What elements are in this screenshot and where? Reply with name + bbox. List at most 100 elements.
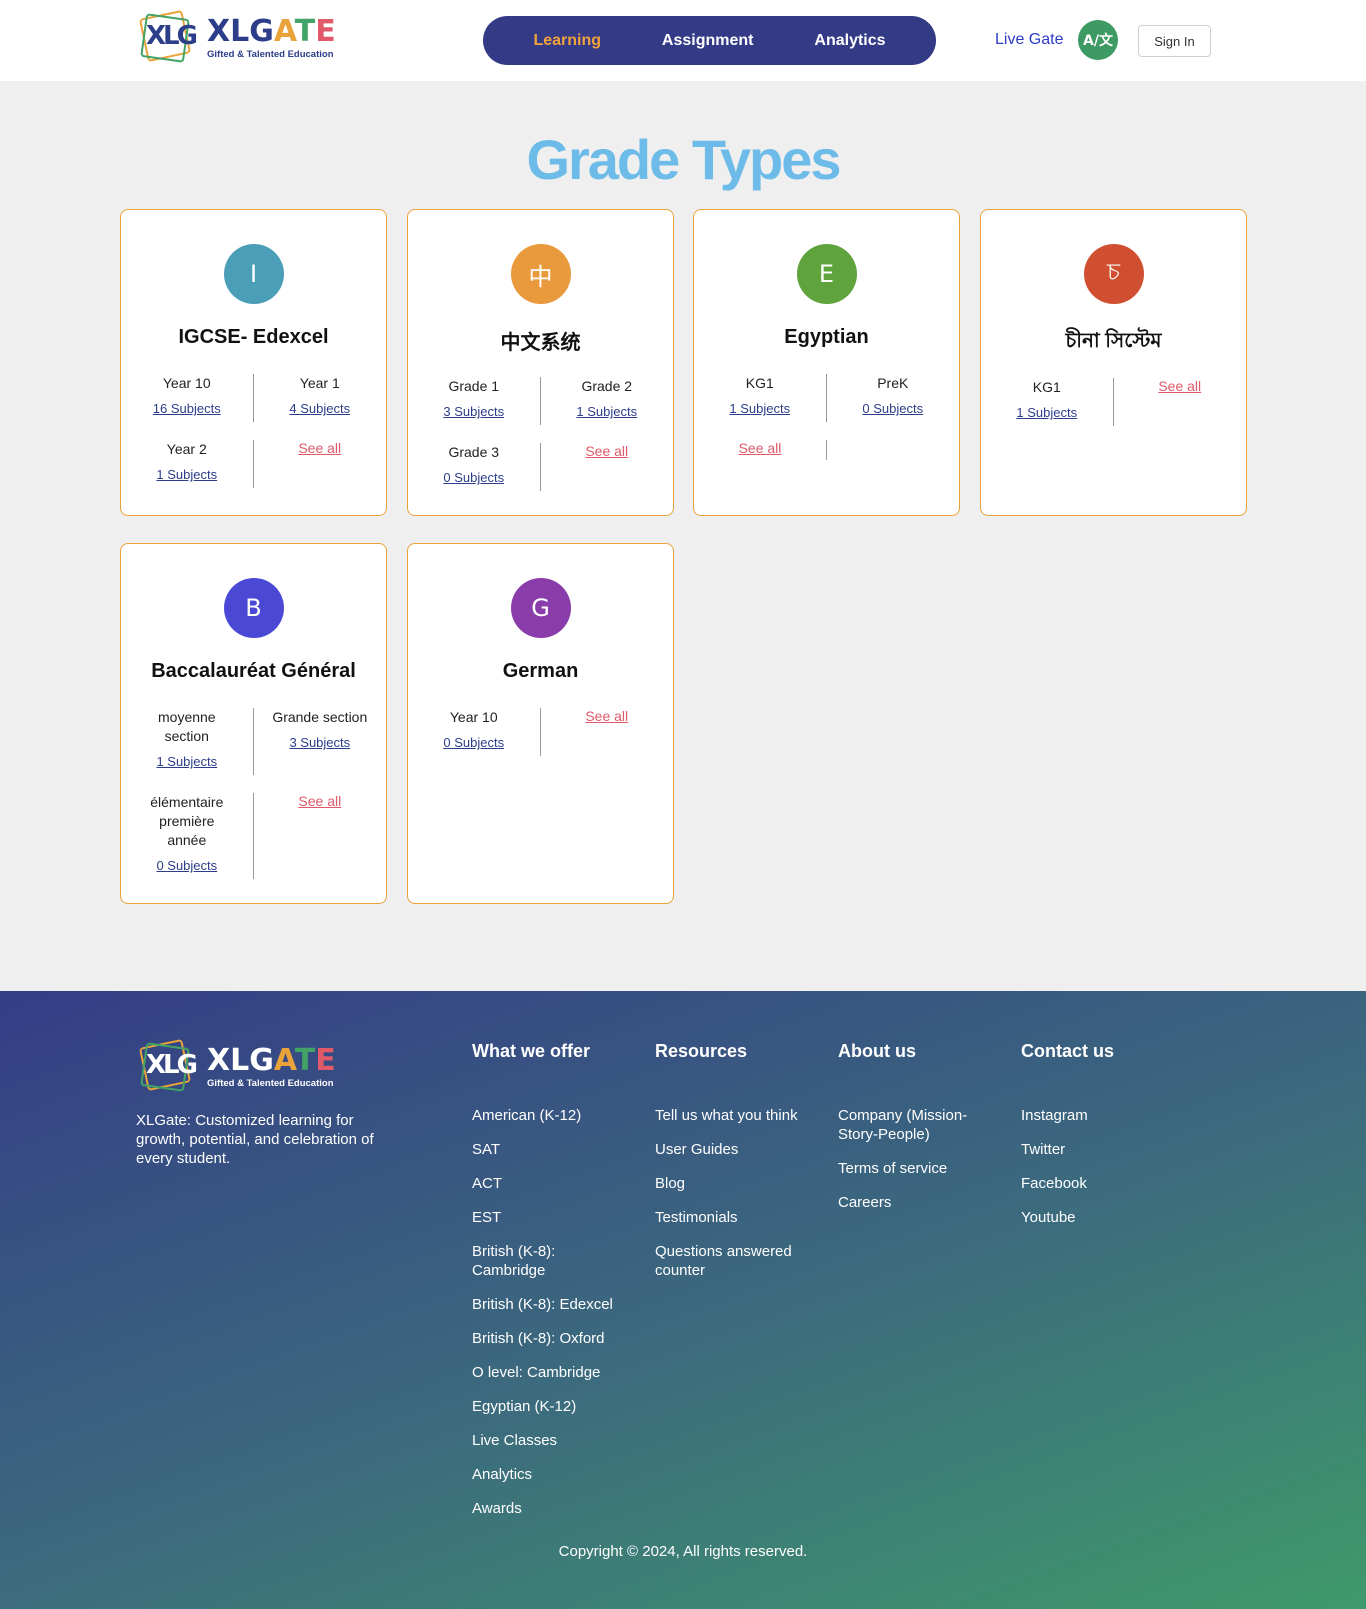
footer-link-twitter[interactable]: Twitter — [1021, 1140, 1191, 1159]
footer-link[interactable]: Awards — [472, 1499, 642, 1518]
footer-link[interactable]: Terms of service — [838, 1159, 1008, 1178]
main-content: Grade Types I IGCSE- Edexcel Year 10 16 … — [0, 125, 1366, 991]
footer-column-title: About us — [838, 1041, 916, 1061]
subjects-link[interactable]: 4 Subjects — [289, 401, 350, 416]
footer-link[interactable]: Analytics — [472, 1465, 642, 1484]
top-header: XLG XLGATE Gifted & Talented Education L… — [0, 0, 1366, 81]
see-all-link[interactable]: See all — [585, 708, 628, 724]
subjects-link[interactable]: 1 Subjects — [576, 404, 637, 419]
footer-link[interactable]: British (K-8): Oxford — [472, 1329, 642, 1348]
grade-item: PreK 0 Subjects — [862, 375, 924, 416]
subjects-link[interactable]: 3 Subjects — [289, 735, 350, 750]
footer-description: XLGate: Customized learning for growth, … — [136, 1112, 374, 1167]
grade-item: KG1 1 Subjects — [694, 374, 827, 422]
subjects-link[interactable]: 1 Subjects — [729, 401, 790, 416]
subjects-link[interactable]: 0 Subjects — [156, 858, 217, 873]
logo-wordmark: XLGATE — [207, 13, 336, 49]
footer-link[interactable]: Tell us what you think — [655, 1106, 825, 1125]
footer-link-youtube[interactable]: Youtube — [1021, 1208, 1191, 1227]
site-footer: XLG XLGATE Gifted & Talented Education X… — [0, 991, 1366, 1609]
subjects-link[interactable]: 3 Subjects — [443, 404, 504, 419]
subjects-link[interactable]: 1 Subjects — [156, 754, 217, 769]
grade-card[interactable]: B Baccalauréat Général moyenne section 1… — [120, 543, 387, 904]
footer-link[interactable]: O level: Cambridge — [472, 1363, 642, 1382]
see-all-link[interactable]: See all — [585, 443, 628, 459]
footer-link[interactable]: SAT — [472, 1140, 642, 1159]
footer-link-facebook[interactable]: Facebook — [1021, 1174, 1191, 1193]
grade-item: Grade 3 0 Subjects — [408, 443, 541, 491]
footer-link[interactable]: British (K-8): Edexcel — [472, 1295, 642, 1314]
card-avatar: G — [510, 578, 571, 638]
grade-item: KG1 1 Subjects — [981, 378, 1114, 426]
footer-link[interactable]: EST — [472, 1208, 642, 1227]
footer-column-about: About us Company (Mission-Story-People) … — [838, 1041, 1008, 1227]
nav-learning[interactable]: Learning — [533, 32, 601, 50]
footer-column-resources: Resources Tell us what you think User Gu… — [655, 1041, 825, 1295]
footer-column-contact: Contact us Instagram Twitter Facebook Yo… — [1021, 1041, 1191, 1242]
nav-analytics[interactable]: Analytics — [814, 32, 885, 50]
language-icon[interactable]: A/文 — [1078, 20, 1118, 60]
footer-logo[interactable]: XLG XLGATE Gifted & Talented Education — [137, 1038, 336, 1095]
subjects-link[interactable]: 0 Subjects — [862, 401, 923, 416]
card-title: 中文系统 — [500, 332, 581, 354]
footer-link[interactable]: Blog — [655, 1174, 825, 1193]
footer-link[interactable]: Testimonials — [655, 1208, 825, 1227]
subjects-link[interactable]: 0 Subjects — [443, 470, 504, 485]
footer-link[interactable]: Live Classes — [472, 1431, 642, 1450]
footer-column-offer: What we offer American (K-12) SAT ACT ES… — [472, 1041, 642, 1533]
card-avatar: B — [223, 578, 284, 638]
live-gate-link[interactable]: Live Gate — [995, 31, 1063, 49]
footer-link[interactable]: Questions answered counter — [655, 1242, 805, 1280]
card-title: IGCSE- Edexcel — [178, 326, 329, 348]
subjects-link[interactable]: 1 Subjects — [156, 467, 217, 482]
logo-tagline: Gifted & Talented Education — [207, 48, 334, 60]
nav-assignment[interactable]: Assignment — [662, 32, 754, 50]
see-all-link[interactable]: See all — [298, 440, 341, 456]
subjects-link[interactable]: 16 Subjects — [153, 401, 221, 416]
subjects-link[interactable]: 0 Subjects — [443, 735, 504, 750]
logo-mark-icon: XLG — [137, 1038, 198, 1095]
grade-card[interactable]: E Egyptian KG1 1 Subjects PreK 0 Subject… — [693, 209, 960, 516]
footer-link[interactable]: British (K-8): Cambridge — [472, 1242, 582, 1280]
grade-item: élémentaire première année 0 Subjects — [121, 793, 254, 879]
card-title: Egyptian — [784, 326, 869, 348]
footer-link[interactable]: Careers — [838, 1193, 1008, 1212]
grade-card[interactable]: G German Year 10 0 Subjects See all — [407, 543, 674, 904]
logo-wordmark: XLGATE — [207, 1042, 336, 1078]
grade-card[interactable]: I IGCSE- Edexcel Year 10 16 Subjects Yea… — [120, 209, 387, 516]
grade-item: Grade 1 3 Subjects — [408, 377, 541, 425]
grade-item: Grade 2 1 Subjects — [576, 378, 638, 419]
logo-tagline: Gifted & Talented Education — [207, 1077, 334, 1089]
footer-link-instagram[interactable]: Instagram — [1021, 1106, 1191, 1125]
footer-link[interactable]: Company (Mission-Story-People) — [838, 1106, 978, 1144]
footer-column-title: What we offer — [472, 1041, 591, 1061]
subjects-link[interactable]: 1 Subjects — [1016, 405, 1077, 420]
footer-link[interactable]: American (K-12) — [472, 1106, 642, 1125]
see-all-link[interactable]: See all — [1158, 378, 1201, 394]
footer-link[interactable]: User Guides — [655, 1140, 825, 1159]
grade-item: Year 2 1 Subjects — [121, 440, 254, 488]
card-title: German — [502, 660, 579, 682]
grade-types-grid: I IGCSE- Edexcel Year 10 16 Subjects Yea… — [0, 209, 1366, 991]
logo-mark-icon: XLG — [137, 9, 198, 66]
card-avatar: 中 — [510, 244, 571, 304]
grade-card[interactable]: 中 中文系统 Grade 1 3 Subjects Grade 2 1 Subj… — [407, 209, 674, 516]
grade-item: Year 10 16 Subjects — [121, 374, 254, 422]
footer-link[interactable]: ACT — [472, 1174, 642, 1193]
main-nav: Learning Assignment Analytics — [483, 16, 936, 65]
card-avatar: E — [796, 244, 857, 304]
site-logo[interactable]: XLG XLGATE Gifted & Talented Education — [137, 9, 336, 66]
footer-link[interactable]: Egyptian (K-12) — [472, 1397, 642, 1416]
page-title: Grade Types — [526, 128, 841, 191]
card-title: চীনা সিস্টেম — [1065, 330, 1162, 352]
sign-in-button[interactable]: Sign In — [1138, 25, 1211, 57]
grade-item: Year 1 4 Subjects — [289, 375, 351, 416]
grade-card[interactable]: চ চীনা সিস্টেম KG1 1 Subjects See all — [980, 209, 1247, 516]
card-avatar: চ — [1083, 244, 1144, 304]
grade-item: moyenne section 1 Subjects — [121, 708, 254, 775]
see-all-link[interactable]: See all — [739, 440, 782, 456]
card-avatar: I — [223, 244, 284, 304]
card-title: Baccalauréat Général — [151, 660, 356, 682]
see-all-link[interactable]: See all — [298, 793, 341, 809]
copyright: Copyright © 2024, All rights reserved. — [558, 1543, 808, 1560]
